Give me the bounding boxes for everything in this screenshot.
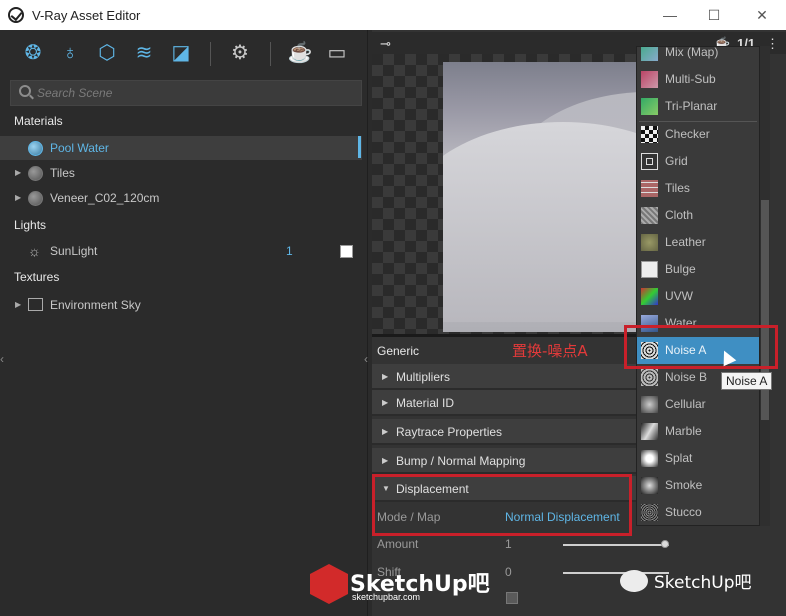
- collapse-preview-icon[interactable]: ‹: [364, 352, 368, 366]
- menu-item-smoke[interactable]: Smoke: [637, 472, 759, 499]
- search-input[interactable]: [37, 84, 337, 102]
- title-bar: V-Ray Asset Editor — ☐ ✕: [0, 0, 786, 30]
- toolbar-divider: [270, 42, 271, 66]
- material-item[interactable]: ▶ Tiles: [0, 161, 362, 185]
- maximize-button[interactable]: ☐: [704, 5, 724, 25]
- lights-category: Lights: [14, 218, 47, 232]
- menu-item-checker[interactable]: Checker: [637, 121, 759, 148]
- menu-item-cellular[interactable]: Cellular: [637, 391, 759, 418]
- vray-logo-icon: [8, 7, 24, 23]
- material-label: Veneer_C02_120cm: [50, 191, 160, 205]
- settings-icon[interactable]: ⚙: [227, 40, 253, 66]
- menu-item-uvw[interactable]: UVW: [637, 283, 759, 310]
- toolbar-divider: [210, 42, 211, 66]
- section-multipliers[interactable]: ▶ Multipliers: [372, 364, 636, 390]
- search-icon: [19, 85, 31, 97]
- menu-item-grid[interactable]: Grid: [637, 148, 759, 175]
- minimize-button[interactable]: —: [660, 5, 680, 25]
- menu-item-stucco[interactable]: Stucco: [637, 499, 759, 525]
- texture-label: Environment Sky: [50, 298, 141, 312]
- light-color-swatch[interactable]: [340, 245, 353, 258]
- expand-arrow-icon: ▶: [382, 398, 389, 407]
- light-label: SunLight: [50, 244, 98, 258]
- material-sphere-icon: [28, 191, 43, 206]
- close-button[interactable]: ✕: [752, 5, 772, 25]
- expand-arrow-icon[interactable]: ▶: [15, 293, 21, 317]
- material-preview-image: [443, 62, 636, 332]
- geometry-icon[interactable]: ⬡: [94, 40, 120, 66]
- expand-arrow-icon: ▶: [382, 427, 389, 436]
- collapse-left-icon[interactable]: ‹: [0, 352, 4, 366]
- amount-value[interactable]: 1: [505, 537, 512, 551]
- selection-indicator: [358, 136, 361, 158]
- amount-slider-handle[interactable]: [661, 540, 669, 548]
- shift-value[interactable]: 0: [505, 565, 512, 579]
- wechat-icon: [620, 570, 648, 592]
- annotation-text: 置换-噪点A: [512, 342, 588, 360]
- section-raytrace-properties[interactable]: ▶ Raytrace Properties: [372, 419, 636, 445]
- menu-item-bulge[interactable]: Bulge: [637, 256, 759, 283]
- light-intensity-value: 1: [286, 244, 293, 258]
- menu-item-leather[interactable]: Leather: [637, 229, 759, 256]
- search-field[interactable]: [10, 80, 362, 106]
- menu-item-splat[interactable]: Splat: [637, 445, 759, 472]
- preview-divider[interactable]: [372, 334, 636, 337]
- window-title: V-Ray Asset Editor: [32, 8, 141, 23]
- material-sphere-icon: [28, 166, 43, 181]
- checkbox[interactable]: [506, 592, 518, 604]
- material-item[interactable]: Pool Water: [0, 136, 362, 160]
- section-bump-normal-mapping[interactable]: ▶ Bump / Normal Mapping: [372, 448, 636, 474]
- sun-icon: ☼: [28, 243, 41, 259]
- materials-category: Materials: [14, 114, 63, 128]
- texture-icon: [28, 298, 43, 311]
- material-label: Pool Water: [50, 141, 109, 155]
- preview-pin-icon[interactable]: ⊸: [380, 36, 391, 52]
- watermark-wechat: SketchUp吧: [654, 573, 752, 593]
- expand-arrow-icon: ▶: [382, 372, 389, 381]
- menu-item-mix-map[interactable]: Mix (Map): [637, 47, 759, 66]
- textures-icon[interactable]: ≋: [131, 40, 157, 66]
- amount-label: Amount: [377, 537, 419, 551]
- render-elements-icon[interactable]: ◪: [168, 40, 194, 66]
- tooltip: Noise A: [721, 372, 773, 390]
- texture-item[interactable]: ▶ Environment Sky: [0, 293, 362, 317]
- amount-slider[interactable]: [563, 544, 669, 546]
- watermark-url: sketchupbar.com: [352, 592, 421, 602]
- expand-arrow-icon[interactable]: ▶: [15, 186, 21, 210]
- texture-type-menu: Mix (Map) Multi-Sub Tri-Planar Checker G…: [636, 46, 760, 526]
- displacement-highlight-box: [372, 474, 632, 536]
- interactive-render-icon[interactable]: ☕: [287, 40, 313, 66]
- frame-buffer-icon[interactable]: ▭: [324, 40, 350, 66]
- materials-icon[interactable]: ❂: [20, 40, 46, 66]
- noise-a-highlight-box: [624, 325, 778, 369]
- expand-arrow-icon: ▶: [382, 456, 389, 465]
- material-label: Tiles: [50, 166, 75, 180]
- menu-item-cloth[interactable]: Cloth: [637, 202, 759, 229]
- material-item[interactable]: ▶ Veneer_C02_120cm: [0, 186, 362, 210]
- menu-item-tri-planar[interactable]: Tri-Planar: [637, 93, 759, 120]
- light-item[interactable]: ☼ SunLight 1: [0, 239, 362, 263]
- section-material-id[interactable]: ▶ Material ID: [372, 390, 636, 416]
- lights-icon[interactable]: ♁: [57, 40, 83, 66]
- material-sphere-icon: [28, 141, 43, 156]
- menu-item-marble[interactable]: Marble: [637, 418, 759, 445]
- expand-arrow-icon[interactable]: ▶: [15, 161, 21, 185]
- textures-category: Textures: [14, 270, 60, 284]
- menu-item-multi-sub[interactable]: Multi-Sub: [637, 66, 759, 93]
- generic-label: Generic: [377, 344, 420, 358]
- menu-item-tiles[interactable]: Tiles: [637, 175, 759, 202]
